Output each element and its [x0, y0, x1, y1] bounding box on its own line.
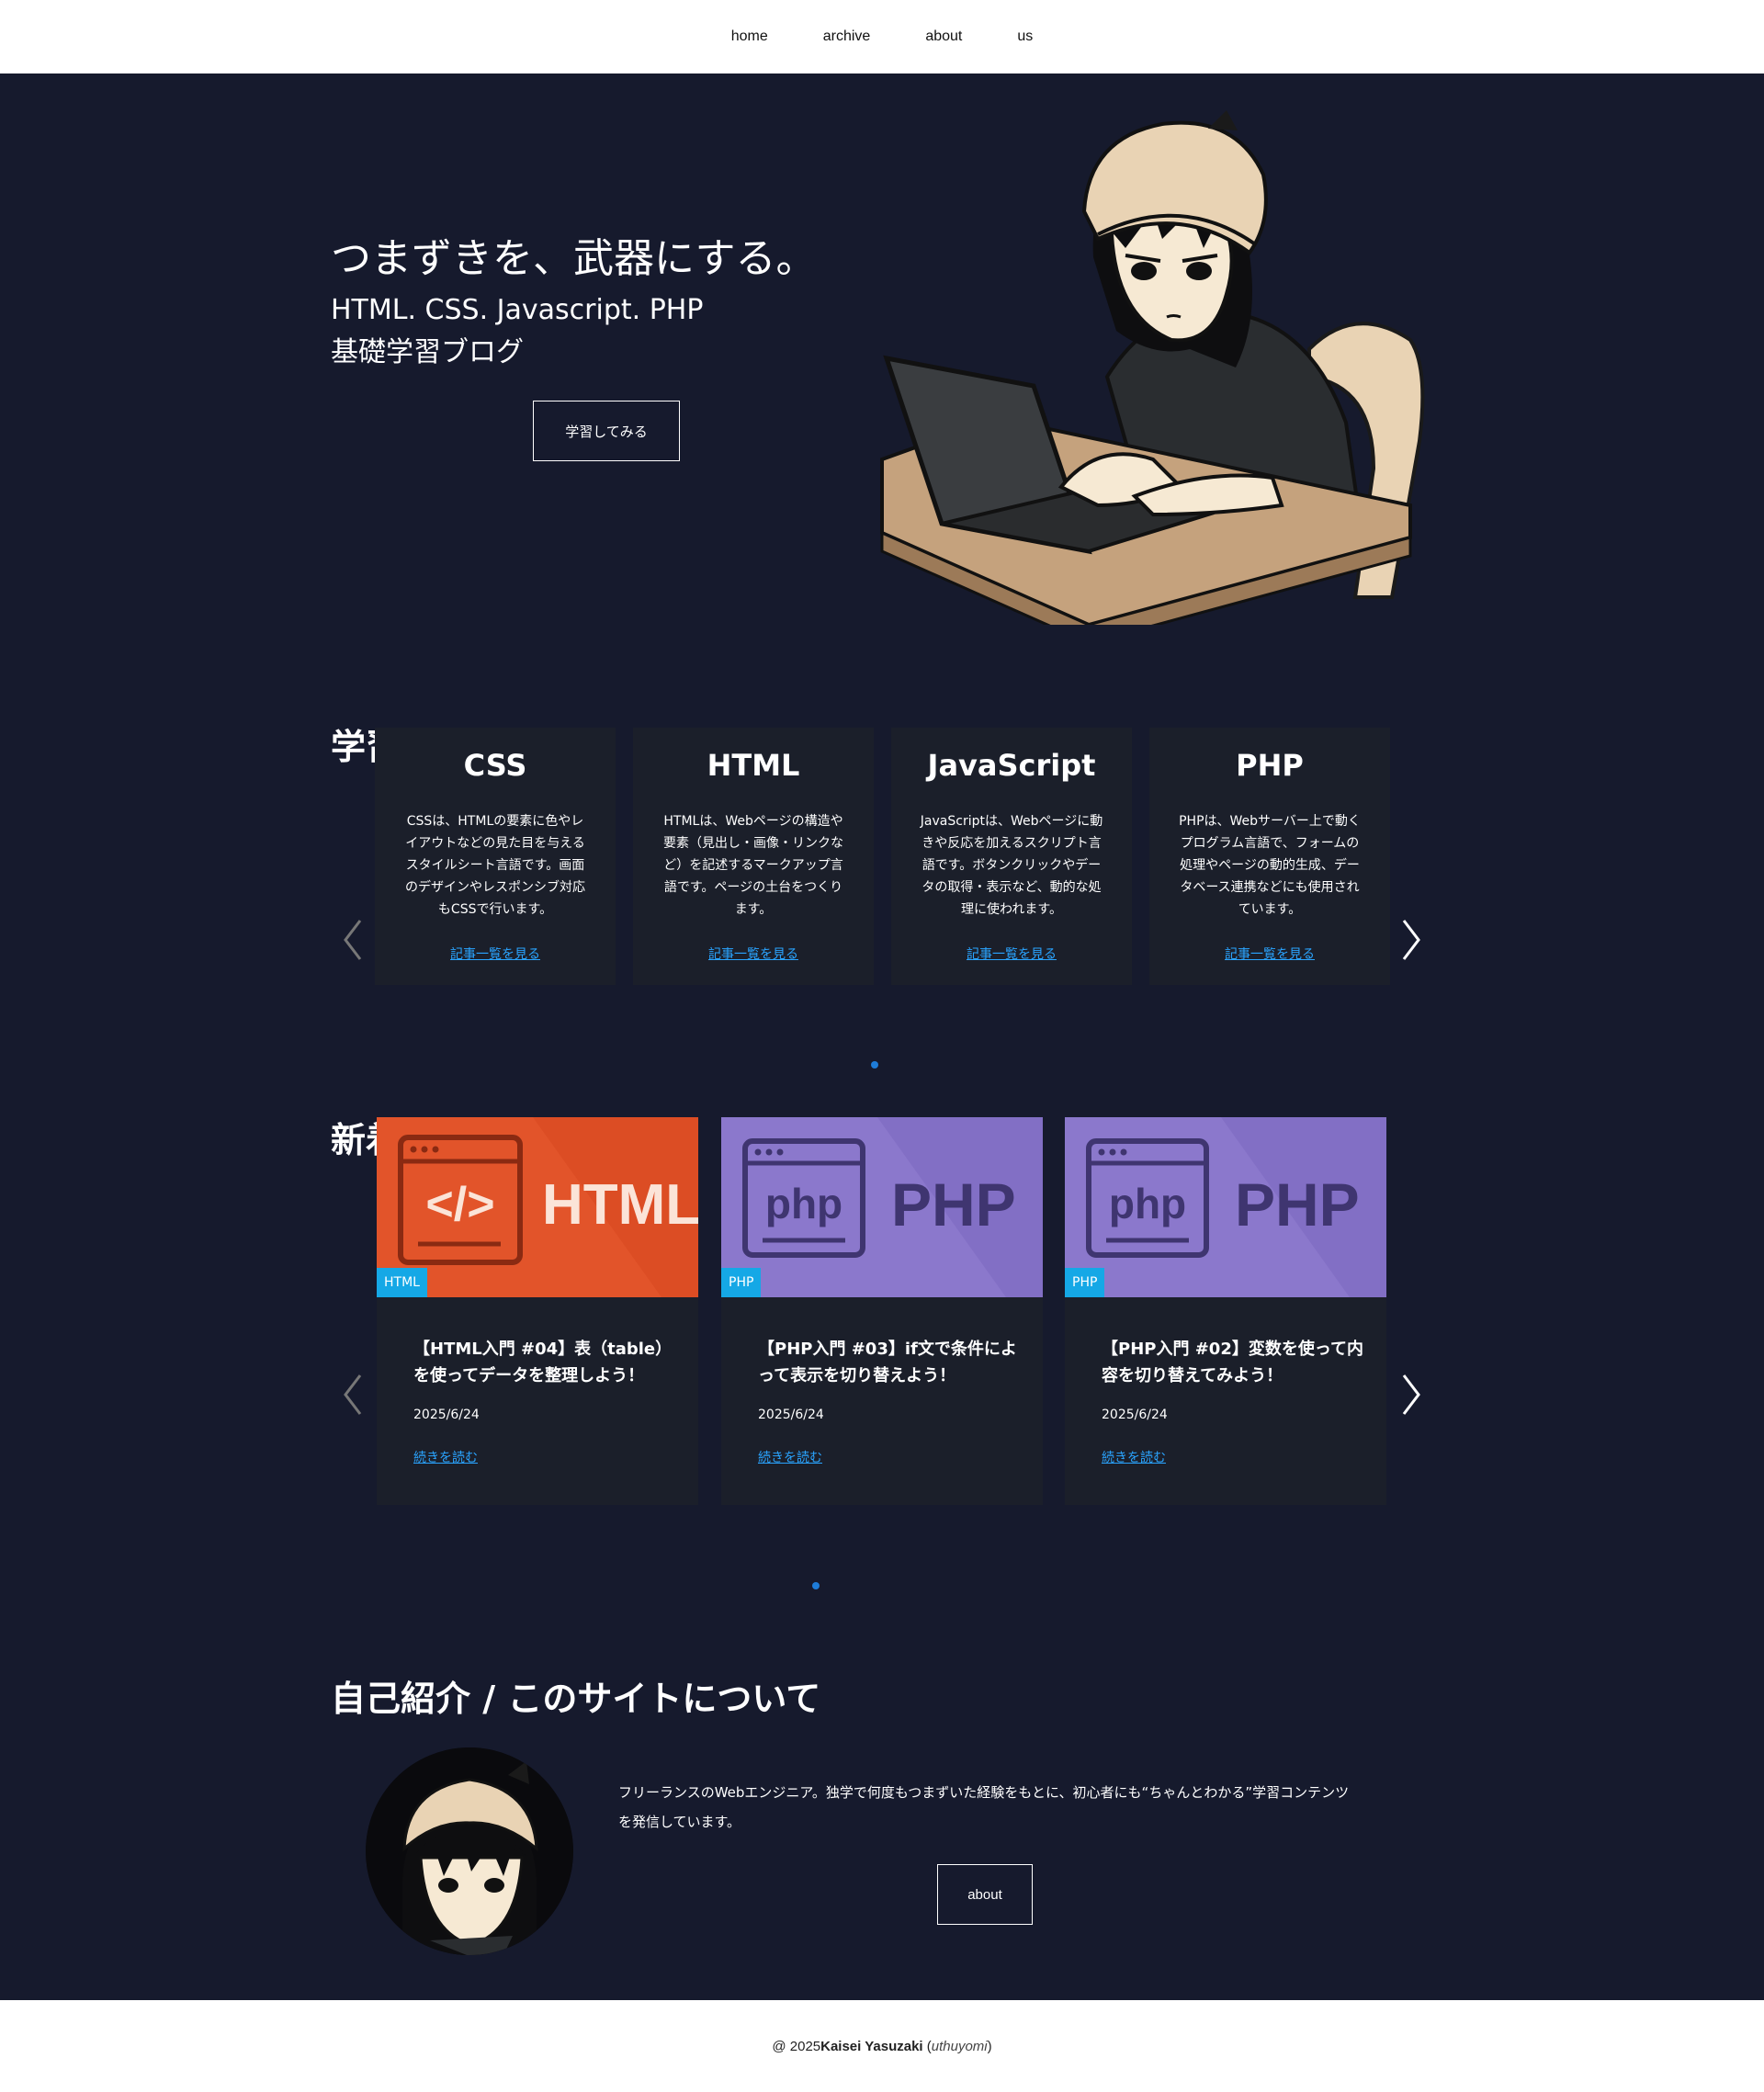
footer: @ 2025 Kaisei Yasuzaki (uthuyomi) [0, 2000, 1764, 2092]
avatar [366, 1747, 573, 1955]
category-title: PHP [1236, 748, 1304, 783]
articles-prev-button[interactable] [340, 1372, 366, 1418]
categories-pagination-dot[interactable] [871, 1061, 878, 1069]
chevron-left-icon [344, 920, 362, 960]
category-description: PHPは、Webサーバー上で動くプログラム言語で、フォームの処理やページの動的生… [1179, 814, 1361, 917]
category-description: HTMLは、Webページの構造や要素（見出し・画像・リンクなど）を記述するマーク… [663, 814, 843, 917]
articles-pagination-dot[interactable] [812, 1582, 820, 1589]
article-card[interactable]: php PHP PHP 【PHP入門 #02】変数を使って内容を切り替えてみよう… [1065, 1117, 1386, 1505]
thumbnail-code-text: </> [425, 1178, 494, 1231]
category-card-css: CSS CSSは、HTMLの要素に色やレイアウトなどの見た目を与えるスタイルシー… [375, 728, 616, 985]
start-learning-button[interactable]: 学習してみる [533, 401, 680, 461]
read-more-link[interactable]: 続きを読む [758, 1448, 822, 1466]
hero-subtitle-line1: HTML. CSS. Javascript. PHP [331, 294, 704, 326]
category-title: CSS [463, 748, 527, 783]
read-more-link[interactable]: 続きを読む [1102, 1448, 1166, 1466]
chevron-right-icon [1402, 920, 1420, 960]
article-date: 2025/6/24 [1102, 1408, 1168, 1422]
category-card-javascript: JavaScript JavaScriptは、Webページに動きや反応を加えるス… [891, 728, 1132, 985]
hero-subtitle: HTML. CSS. Javascript. PHP 基礎学習ブログ [331, 289, 703, 374]
top-nav: home archive about us [0, 0, 1764, 74]
article-category-badge[interactable]: PHP [1065, 1268, 1105, 1297]
article-card[interactable]: </> HTML HTML 【HTML入門 #04】表（table）を使ってデー… [377, 1117, 698, 1505]
about-description: フリーランスのWebエンジニア。独学で何度もつまずいた経験をもとに、初心者にも“… [618, 1784, 1350, 1830]
nav-archive[interactable]: archive [823, 28, 871, 45]
hero-subtitle-line2: 基礎学習ブログ [331, 336, 524, 368]
nav-us[interactable]: us [1017, 28, 1033, 45]
nav-about[interactable]: about [925, 28, 962, 45]
thumbnail-label: PHP [891, 1170, 1016, 1238]
footer-author: Kaisei Yasuzaki [820, 2038, 923, 2054]
thumbnail-label: HTML [542, 1173, 698, 1237]
footer-copyright: @ 2025 [772, 2038, 821, 2054]
category-title: HTML [707, 748, 800, 783]
articles-next-button[interactable] [1398, 1372, 1424, 1418]
article-date: 2025/6/24 [413, 1408, 480, 1422]
article-category-badge[interactable]: PHP [721, 1268, 762, 1297]
thumbnail-label: PHP [1235, 1170, 1360, 1238]
category-link[interactable]: 記事一覧を見る [633, 944, 874, 963]
category-title: JavaScript [927, 748, 1096, 783]
article-title[interactable]: 【HTML入門 #04】表（table）を使ってデータを整理しよう！ [413, 1336, 675, 1389]
categories-prev-button[interactable] [340, 917, 366, 963]
article-title[interactable]: 【PHP入門 #02】変数を使って内容を切り替えてみよう！ [1102, 1336, 1363, 1389]
category-card-php: PHP PHPは、Webサーバー上で動くプログラム言語で、フォームの処理やページ… [1149, 728, 1390, 985]
category-card-html: HTML HTMLは、Webページの構造や要素（見出し・画像・リンクなど）を記述… [633, 728, 874, 985]
footer-handle: uthuyomi [931, 2038, 988, 2054]
categories-next-button[interactable] [1398, 917, 1424, 963]
thumbnail-code-text: php [1109, 1180, 1186, 1227]
article-title[interactable]: 【PHP入門 #03】if文で条件によって表示を切り替えよう！ [758, 1336, 1020, 1389]
read-more-link[interactable]: 続きを読む [413, 1448, 478, 1466]
article-card[interactable]: php PHP PHP 【PHP入門 #03】if文で条件によって表示を切り替え… [721, 1117, 1043, 1505]
category-link[interactable]: 記事一覧を見る [891, 944, 1132, 963]
article-thumbnail-php: php PHP [721, 1117, 1043, 1297]
about-heading: 自己紹介 / このサイトについて [331, 1679, 821, 1719]
thumbnail-code-text: php [765, 1180, 842, 1227]
article-thumbnail-php: php PHP [1065, 1117, 1386, 1297]
article-date: 2025/6/24 [758, 1408, 824, 1422]
category-link[interactable]: 記事一覧を見る [375, 944, 616, 963]
category-description: CSSは、HTMLの要素に色やレイアウトなどの見た目を与えるスタイルシート言語で… [405, 814, 585, 917]
article-category-badge[interactable]: HTML [377, 1268, 427, 1297]
hero-illustration [880, 110, 1425, 625]
chevron-right-icon [1402, 1374, 1420, 1415]
category-description: JavaScriptは、Webページに動きや反応を加えるスクリプト言語です。ボタ… [920, 814, 1103, 917]
about-button[interactable]: about [937, 1864, 1033, 1925]
chevron-left-icon [344, 1374, 362, 1415]
category-link[interactable]: 記事一覧を見る [1149, 944, 1390, 963]
nav-home[interactable]: home [731, 28, 768, 45]
hero-title: つまずきを、武器にする。 [331, 235, 817, 282]
